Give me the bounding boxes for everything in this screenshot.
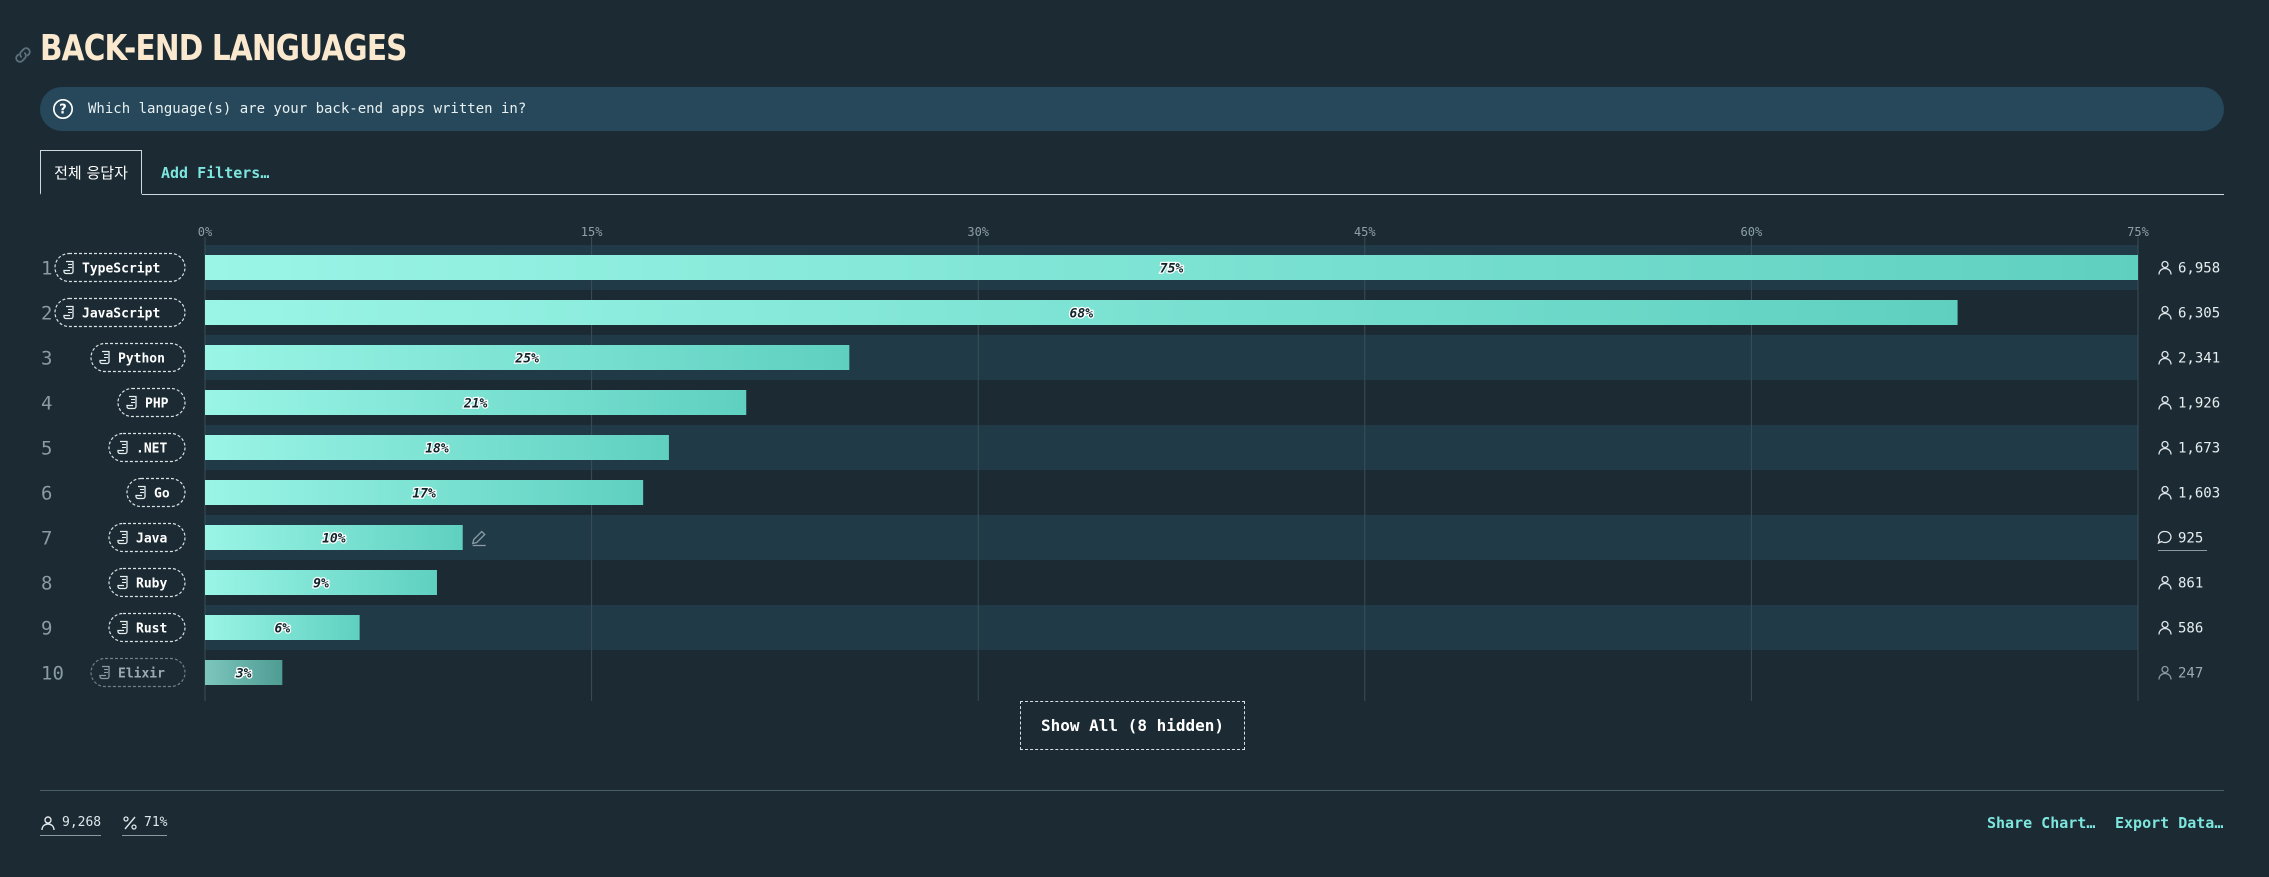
respondent-count: 2,341 bbox=[2178, 351, 2220, 367]
bar-value-label: 75% bbox=[1160, 262, 1184, 277]
x-tick-label-top: 15% bbox=[581, 225, 603, 239]
language-label: Python bbox=[118, 352, 165, 367]
person-icon bbox=[2158, 575, 2172, 590]
language-label: PHP bbox=[145, 397, 169, 412]
respondents-stat[interactable]: 9,268 bbox=[40, 812, 102, 836]
respondent-count: 6,958 bbox=[2178, 261, 2220, 277]
person-icon bbox=[2158, 440, 2172, 455]
x-tick-label-top: 75% bbox=[2127, 225, 2149, 239]
question-bar: ? Which language(s) are your back-end ap… bbox=[40, 87, 2224, 131]
language-pill[interactable]: TypeScript bbox=[54, 252, 186, 283]
bar-value-label: 68% bbox=[1070, 307, 1094, 322]
language-pill[interactable]: Rust bbox=[108, 612, 186, 643]
bar-value-label: 9% bbox=[313, 577, 329, 592]
bar-value-label: 21% bbox=[463, 397, 488, 412]
rank-number: 4 bbox=[41, 393, 52, 415]
language-label: TypeScript bbox=[82, 262, 160, 277]
percentage-stat[interactable]: 71% bbox=[122, 812, 168, 836]
row-band bbox=[205, 515, 2138, 560]
language-label: JavaScript bbox=[82, 307, 160, 322]
person-icon bbox=[41, 815, 55, 830]
person-icon bbox=[2158, 305, 2172, 320]
rank-number: 10 bbox=[41, 663, 64, 685]
row-band bbox=[205, 605, 2138, 650]
respondent-count: 586 bbox=[2178, 621, 2203, 637]
bar-value-label: 25% bbox=[514, 352, 539, 367]
rank-number: 2 bbox=[41, 303, 52, 325]
person-icon bbox=[2158, 350, 2172, 365]
language-label: Rust bbox=[136, 622, 167, 637]
language-label: Elixir bbox=[118, 667, 165, 682]
rank-number: 8 bbox=[41, 573, 52, 595]
person-icon bbox=[2158, 395, 2172, 410]
add-filters-link[interactable]: Add Filters… bbox=[161, 150, 269, 195]
respondent-count: 925 bbox=[2178, 531, 2203, 547]
language-pill[interactable]: Elixir bbox=[90, 657, 186, 688]
language-pill[interactable]: Ruby bbox=[108, 567, 186, 598]
rank-number: 7 bbox=[41, 528, 52, 550]
language-label: .NET bbox=[136, 442, 167, 457]
language-pill[interactable]: .NET bbox=[108, 432, 186, 463]
bar-value-label: 3% bbox=[235, 667, 252, 682]
language-label: Java bbox=[136, 532, 167, 547]
respondents-count: 9,268 bbox=[62, 815, 102, 830]
x-tick-label-bottom: 75% bbox=[2127, 704, 2149, 705]
share-chart-link[interactable]: Share Chart… bbox=[1987, 814, 2095, 832]
rank-number: 3 bbox=[41, 348, 52, 370]
rank-number: 9 bbox=[41, 618, 52, 640]
person-icon bbox=[2158, 620, 2172, 635]
percentage-value: 71% bbox=[144, 815, 168, 830]
x-tick-label-top: 30% bbox=[967, 225, 989, 239]
language-pill[interactable]: JavaScript bbox=[54, 297, 186, 328]
language-pill[interactable]: PHP bbox=[117, 387, 186, 418]
person-icon bbox=[2158, 485, 2172, 500]
x-tick-label-top: 0% bbox=[198, 225, 213, 239]
svg-text:?: ? bbox=[59, 103, 66, 118]
person-icon bbox=[2158, 665, 2172, 680]
bar-value-label: 17% bbox=[412, 487, 436, 502]
respondent-count: 1,926 bbox=[2178, 396, 2220, 412]
language-pill[interactable]: Go bbox=[126, 477, 186, 508]
respondent-count: 1,673 bbox=[2178, 441, 2220, 457]
filter-tabs: 전체 응답자 Add Filters… bbox=[40, 150, 2224, 195]
rank-number: 6 bbox=[41, 483, 52, 505]
x-tick-label-bottom: 60% bbox=[1741, 704, 1763, 705]
respondent-count: 247 bbox=[2178, 666, 2203, 682]
question-text: Which language(s) are your back-end apps… bbox=[88, 101, 527, 117]
page-title: BACK-END LANGUAGES bbox=[40, 28, 407, 69]
x-tick-label-bottom: 0% bbox=[198, 704, 213, 705]
respondent-count: 1,603 bbox=[2178, 486, 2220, 502]
x-tick-label-top: 45% bbox=[1354, 225, 1376, 239]
language-label: Ruby bbox=[136, 577, 167, 592]
show-all-button[interactable]: Show All (8 hidden) bbox=[1020, 701, 1245, 750]
respondent-count: 861 bbox=[2178, 576, 2203, 592]
comment-icon bbox=[2157, 530, 2172, 545]
x-tick-label-bottom: 45% bbox=[1354, 704, 1376, 705]
footer-divider bbox=[40, 790, 2224, 791]
bar-chart: 0% 0% 15% 15% 30% 30% 45% 45% 60% 60% 75% 75% 1 TypeS… bbox=[41, 225, 2220, 705]
person-icon bbox=[2158, 260, 2172, 275]
bar-value-label: 10% bbox=[322, 532, 346, 547]
x-tick-label-bottom: 15% bbox=[581, 704, 603, 705]
rank-number: 1 bbox=[41, 258, 52, 280]
bar-value-label: 6% bbox=[274, 622, 290, 637]
export-data-link[interactable]: Export Data… bbox=[2115, 814, 2223, 832]
question-circle-icon: ? bbox=[53, 99, 73, 119]
x-tick-label-bottom: 30% bbox=[967, 704, 989, 705]
x-tick-label-top: 60% bbox=[1741, 225, 1763, 239]
tab-all-respondents[interactable]: 전체 응답자 bbox=[40, 150, 142, 195]
rank-number: 5 bbox=[41, 438, 52, 460]
link-icon[interactable] bbox=[12, 44, 34, 66]
language-pill[interactable]: Python bbox=[90, 342, 186, 373]
respondent-count: 6,305 bbox=[2178, 306, 2220, 322]
language-pill[interactable]: Java bbox=[108, 522, 186, 553]
language-label: Go bbox=[154, 487, 170, 502]
percent-icon bbox=[123, 815, 137, 830]
bar-value-label: 18% bbox=[425, 442, 449, 457]
